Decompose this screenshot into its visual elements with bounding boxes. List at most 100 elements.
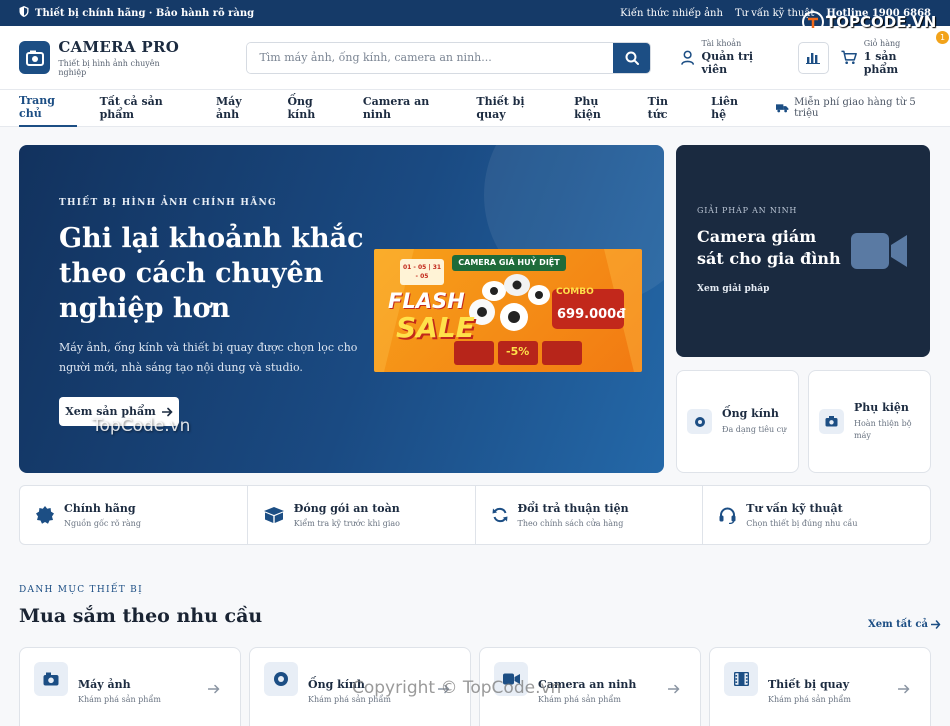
promo-discount: -5% (506, 345, 530, 358)
video-camera-icon (851, 231, 909, 275)
dashboard-button[interactable] (798, 41, 829, 74)
promo-price: 699.000đ (557, 307, 626, 322)
nav-item-lenses[interactable]: Ống kính (287, 90, 339, 127)
lens-icon (264, 662, 298, 696)
promo-flash: FLASH (388, 289, 465, 313)
topbar-guarantee-text: Thiết bị chính hãng · Bảo hành rõ ràng (35, 7, 255, 19)
nav-item-cameras[interactable]: Máy ảnh (216, 90, 264, 127)
cart-icon (841, 50, 857, 65)
hero-description: Máy ảnh, ống kính và thiết bị quay được … (59, 341, 358, 374)
promo-headline: CAMERA GIÁ HUỶ DIỆT (458, 258, 560, 267)
feature-authentic: Chính hãng Nguồn gốc rõ ràng (20, 486, 248, 544)
promo-banner-image[interactable]: CAMERA GIÁ HUỶ DIỆT 01 - 05 | 31 - 05 FL… (374, 249, 642, 372)
view-solution-link[interactable]: Xem giải pháp (697, 284, 769, 294)
nav-item-security-cameras[interactable]: Camera an ninh (363, 90, 454, 127)
mini-card-subtitle: Đa dạng tiêu cự (722, 425, 787, 434)
account-label: Tài khoản (701, 39, 742, 48)
topcode-logo-text: TOPCODE.VN (826, 13, 937, 31)
topcode-watermark-logo: TOPCODE.VN (802, 11, 936, 33)
arrow-right-icon (668, 684, 680, 694)
categories-eyebrow: DANH MỤC THIẾT BỊ (19, 585, 143, 595)
bar-chart-icon (806, 53, 821, 64)
arrow-right-icon (898, 684, 910, 694)
hero-watermark: TopCode.vn (92, 416, 191, 436)
user-icon (681, 50, 695, 65)
nav-item-home[interactable]: Trang chủ (19, 90, 77, 127)
shipping-note-text: Miễn phí giao hàng từ 5 triệu (794, 97, 916, 119)
camera-icon (819, 409, 844, 434)
copyright-watermark: Copyright © TopCode.vn (352, 678, 562, 698)
shield-icon (19, 6, 29, 20)
nav-item-news[interactable]: Tin tức (648, 90, 688, 127)
mini-card-lenses[interactable]: Ống kính Đa dạng tiêu cự (676, 370, 799, 473)
security-eyebrow: GIẢI PHÁP AN NINH (697, 206, 798, 215)
badge-icon (36, 506, 54, 524)
categories-title: Mua sắm theo nhu cầu (19, 605, 263, 627)
shipping-note: Miễn phí giao hàng từ 5 triệu (776, 97, 931, 119)
hero-eyebrow: THIẾT BỊ HÌNH ẢNH CHÍNH HÃNG (59, 198, 278, 208)
refresh-icon (492, 507, 507, 523)
account-name: Quản trị viên (701, 50, 754, 76)
search-icon (625, 51, 639, 65)
brand-name[interactable]: CAMERA PRO (58, 38, 183, 56)
truck-icon (776, 104, 789, 113)
feature-safe-packing: Đóng gói an toàn Kiểm tra kỹ trước khi g… (248, 486, 476, 544)
mini-card-title: Phụ kiện (854, 401, 909, 414)
category-card-cameras[interactable]: Máy ảnh Khám phá sản phẩm (19, 647, 241, 726)
search-bar (246, 41, 652, 74)
brand-logo[interactable] (19, 41, 51, 74)
category-subtitle: Khám phá sản phẩm (78, 695, 161, 704)
feature-tech-advice: Tư vấn kỹ thuật Chọn thiết bị đúng nhu c… (703, 486, 930, 544)
cart-button[interactable]: Giỏ hàng 1 sản phẩm 1 (841, 31, 949, 76)
see-all-label: Xem tất cả (868, 619, 928, 630)
mini-card-subtitle: Hoàn thiện bộ máy (854, 419, 912, 440)
hero-title: Ghi lại khoảnh khắc theo cách chuyên ngh… (59, 223, 364, 324)
category-card-recording-gear[interactable]: Thiết bị quay Khám phá sản phẩm (709, 647, 931, 726)
cart-label: Giỏ hàng (863, 39, 901, 48)
brand-tagline: Thiết bị hình ảnh chuyên nghiệp (58, 59, 160, 77)
cart-badge: 1 (936, 31, 949, 44)
search-input[interactable] (247, 42, 614, 73)
feature-easy-returns: Đổi trả thuận tiện Theo chính sách cửa h… (476, 486, 704, 544)
feature-title: Đổi trả thuận tiện (517, 502, 629, 515)
feature-subtitle: Theo chính sách cửa hàng (517, 519, 624, 528)
arrow-right-icon (208, 684, 220, 694)
promo-combo: COMBO (556, 287, 594, 297)
arrow-right-icon (161, 407, 173, 416)
nav-item-contact[interactable]: Liên hệ (711, 90, 753, 127)
account-menu[interactable]: Tài khoản Quản trị viên (681, 39, 778, 76)
headset-icon (719, 507, 736, 524)
knowledge-link[interactable]: Kiến thức nhiếp ảnh (620, 8, 723, 19)
promo-dates: 01 - 05 | 31 - 05 (402, 264, 442, 280)
box-icon (263, 507, 284, 523)
lens-icon (687, 409, 712, 434)
security-title: Camera giám sát cho gia đình (697, 227, 841, 268)
feature-subtitle: Kiểm tra kỹ trước khi giao (293, 519, 400, 528)
nav-item-recording-gear[interactable]: Thiết bị quay (476, 90, 551, 127)
category-title: Máy ảnh (78, 678, 131, 691)
site-header: CAMERA PRO Thiết bị hình ảnh chuyên nghi… (0, 26, 950, 90)
security-solution-card[interactable]: GIẢI PHÁP AN NINH Camera giám sát cho gi… (676, 145, 930, 357)
nav-item-accessories[interactable]: Phụ kiện (574, 90, 625, 127)
topcode-logo-icon (802, 11, 824, 33)
camera-logo-icon (25, 50, 44, 66)
cart-count: 1 sản phẩm (863, 50, 899, 76)
feature-title: Tư vấn kỹ thuật (746, 502, 843, 515)
main-nav: Trang chủ Tất cả sản phẩm Máy ảnh Ống kí… (0, 90, 950, 127)
see-all-link[interactable]: Xem tất cả (868, 619, 941, 630)
feature-title: Đóng gói an toàn (293, 502, 400, 515)
film-icon (724, 662, 758, 696)
mini-card-title: Ống kính (722, 407, 779, 420)
feature-subtitle: Chọn thiết bị đúng nhu cầu (746, 519, 858, 528)
camera-icon (34, 662, 68, 696)
mini-card-accessories[interactable]: Phụ kiện Hoàn thiện bộ máy (808, 370, 931, 473)
promo-sale: SALE (396, 311, 475, 344)
category-title: Thiết bị quay (768, 678, 850, 691)
arrow-right-icon (930, 620, 941, 629)
nav-item-all-products[interactable]: Tất cả sản phẩm (100, 90, 193, 127)
category-subtitle: Khám phá sản phẩm (768, 695, 851, 704)
feature-title: Chính hãng (64, 502, 136, 515)
feature-subtitle: Nguồn gốc rõ ràng (64, 519, 141, 528)
search-button[interactable] (613, 42, 651, 73)
features-row: Chính hãng Nguồn gốc rõ ràng Đóng gói an… (19, 485, 931, 545)
